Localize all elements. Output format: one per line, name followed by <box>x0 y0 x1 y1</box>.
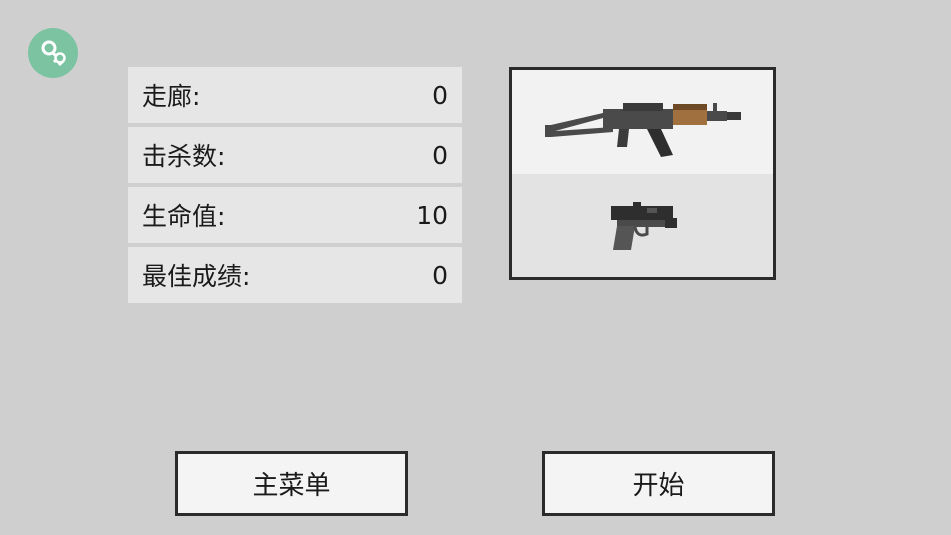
stat-label: 生命值: <box>142 202 226 231</box>
stat-label: 走廊: <box>142 82 201 111</box>
primary-weapon-slot[interactable] <box>512 70 773 174</box>
stat-value: 0 <box>432 80 448 110</box>
stat-value: 0 <box>432 140 448 170</box>
key-icon <box>41 40 66 67</box>
stat-label: 最佳成绩: <box>142 262 251 291</box>
stat-row-health: 生命值: 10 <box>128 187 462 243</box>
stat-row-kills: 击杀数: 0 <box>128 127 462 183</box>
stat-row-best-score: 最佳成绩: 0 <box>128 247 462 303</box>
stat-label: 击杀数: <box>142 142 226 171</box>
stats-panel: 走廊: 0 击杀数: 0 生命值: 10 最佳成绩: 0 <box>128 67 462 307</box>
rifle-icon <box>544 103 741 157</box>
weapon-panel <box>509 67 776 280</box>
stat-value: 10 <box>416 200 448 230</box>
pistol-icon <box>610 201 677 250</box>
game-screen: 走廊: 0 击杀数: 0 生命值: 10 最佳成绩: 0 主菜单 开始 <box>0 0 951 535</box>
stat-row-corridor: 走廊: 0 <box>128 67 462 123</box>
secondary-weapon-slot[interactable] <box>512 174 773 277</box>
key-button[interactable] <box>28 28 78 78</box>
stat-value: 0 <box>432 260 448 290</box>
start-button[interactable]: 开始 <box>542 451 775 516</box>
main-menu-button[interactable]: 主菜单 <box>175 451 408 516</box>
